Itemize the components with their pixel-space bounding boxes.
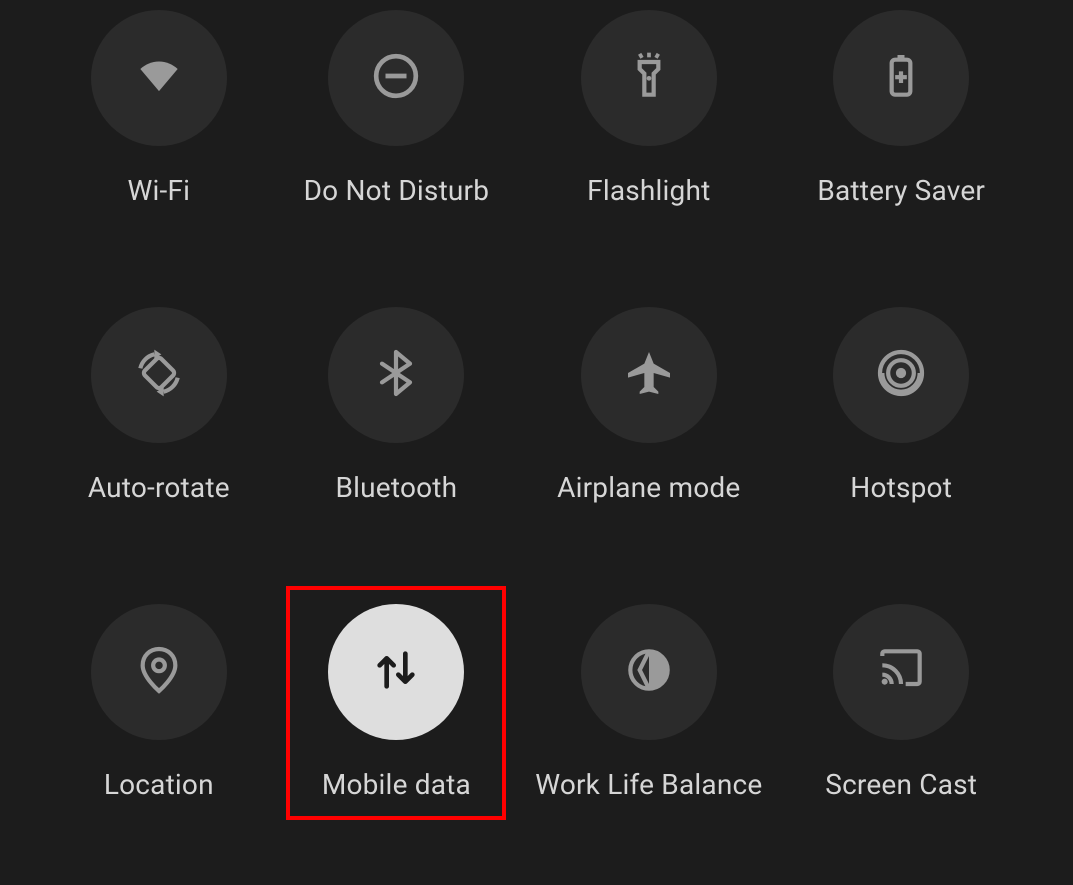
location-icon xyxy=(131,642,187,702)
tile-hotspot: Hotspot xyxy=(802,307,1000,504)
tile-bluetooth: Bluetooth xyxy=(298,307,496,504)
flashlight-toggle[interactable] xyxy=(581,10,717,146)
tile-label: Bluetooth xyxy=(336,471,458,504)
screen-cast-icon xyxy=(873,642,929,702)
hotspot-icon xyxy=(873,345,929,405)
dnd-toggle[interactable] xyxy=(328,10,464,146)
screen-cast-toggle[interactable] xyxy=(833,604,969,740)
battery-saver-icon xyxy=(873,48,929,108)
tile-auto-rotate: Auto-rotate xyxy=(60,307,258,504)
wifi-icon xyxy=(131,48,187,108)
tile-wifi: Wi-Fi xyxy=(60,10,258,207)
tile-airplane: Airplane mode xyxy=(535,307,762,504)
tile-work-life: Work Life Balance xyxy=(535,604,762,801)
tile-label: Auto-rotate xyxy=(88,471,230,504)
bluetooth-icon xyxy=(368,345,424,405)
airplane-icon xyxy=(621,345,677,405)
quick-settings-grid: Wi-Fi Do Not Disturb xyxy=(60,10,1000,801)
tile-label: Flashlight xyxy=(587,174,710,207)
tile-battery-saver: Battery Saver xyxy=(802,10,1000,207)
tile-label: Wi-Fi xyxy=(127,174,190,207)
tile-label: Work Life Balance xyxy=(535,768,762,801)
work-life-toggle[interactable] xyxy=(581,604,717,740)
airplane-toggle[interactable] xyxy=(581,307,717,443)
wifi-toggle[interactable] xyxy=(91,10,227,146)
battery-saver-toggle[interactable] xyxy=(833,10,969,146)
dnd-icon xyxy=(368,48,424,108)
tile-label: Screen Cast xyxy=(825,768,977,801)
quick-settings-panel: Wi-Fi Do Not Disturb xyxy=(0,0,1062,885)
tile-label: Do Not Disturb xyxy=(304,174,490,207)
tile-label: Location xyxy=(104,768,214,801)
tile-label: Mobile data xyxy=(322,768,471,801)
mobile-data-toggle[interactable] xyxy=(328,604,464,740)
bluetooth-toggle[interactable] xyxy=(328,307,464,443)
mobile-data-icon xyxy=(368,642,424,702)
tile-dnd: Do Not Disturb xyxy=(298,10,496,207)
work-life-icon xyxy=(621,642,677,702)
auto-rotate-icon xyxy=(131,345,187,405)
tile-label: Airplane mode xyxy=(557,471,740,504)
tile-flashlight: Flashlight xyxy=(535,10,762,207)
tile-label: Hotspot xyxy=(850,471,952,504)
tile-screen-cast: Screen Cast xyxy=(802,604,1000,801)
auto-rotate-toggle[interactable] xyxy=(91,307,227,443)
flashlight-icon xyxy=(621,48,677,108)
tile-location: Location xyxy=(60,604,258,801)
tile-mobile-data: Mobile data xyxy=(298,604,496,801)
location-toggle[interactable] xyxy=(91,604,227,740)
tile-label: Battery Saver xyxy=(817,174,985,207)
hotspot-toggle[interactable] xyxy=(833,307,969,443)
